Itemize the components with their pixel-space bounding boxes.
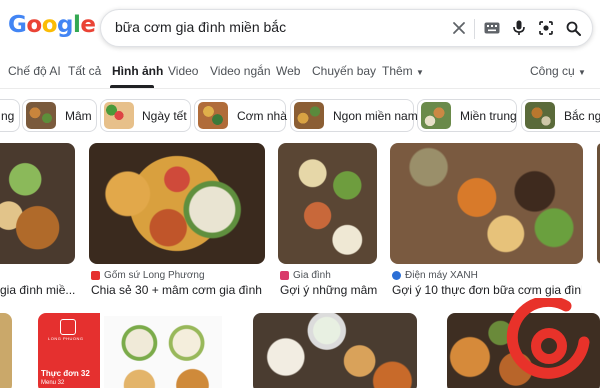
result-image[interactable] [253,313,417,388]
brand-logo [60,319,76,335]
result-image[interactable] [390,143,583,264]
result-source: Gia đình [280,270,331,281]
result-image[interactable] [278,143,377,264]
chip-label: ng [1,109,15,123]
tab-short-video[interactable]: Video ngắn [210,64,271,78]
tab-video[interactable]: Video [168,64,198,78]
chip-label: Miền trung [460,109,517,123]
search-input[interactable]: bữa cơm gia đình miền bắc [115,19,286,35]
result-title[interactable]: Gợi ý những mâm ... [280,283,380,297]
tabs-divider [0,88,600,89]
source-name: Gốm sứ Long Phương [104,270,205,281]
chip-label: Mâm [65,109,92,123]
result-image[interactable] [0,313,12,388]
logo-letter: o [41,12,58,38]
tab-more-label: Thêm [382,64,413,78]
logo-letter: e [80,12,96,38]
chip-thumbnail [294,102,324,129]
chip-com-nha[interactable]: Cơm nhà [194,99,287,132]
search-icon[interactable] [563,18,583,38]
chip-label: Ngày tết [142,109,187,123]
search-box[interactable]: bữa cơm gia đình miền bắc [100,9,593,47]
google-logo[interactable]: Google [8,12,96,38]
logo-letter: o [26,12,42,38]
tab-flights[interactable]: Chuyến bay [312,64,376,78]
mic-icon[interactable] [509,18,529,38]
logo-letter: l [72,12,81,38]
chip-thumbnail [104,102,134,129]
tab-more[interactable]: Thêm ▼ [382,64,424,78]
promo-subline: Menu 32 [41,380,65,386]
tab-web[interactable]: Web [276,64,300,78]
promo-image[interactable]: LONG PHUONG Thực đơn 32 Menu 32 [38,313,224,388]
logo-letter: g [57,12,73,38]
source-name: Gia đình [293,270,331,281]
result-title[interactable]: Chia sẻ 30 + mâm cơm gia đình miề... [91,283,263,297]
watermark-logo [506,295,592,384]
chip-label: Ngon miền nam [333,109,418,123]
chip-thumbnail [421,102,451,129]
tab-all[interactable]: Tất cả [68,64,101,78]
chip-ngon-mien-nam[interactable]: Ngon miền nam [290,99,418,132]
source-favicon [91,271,100,280]
chip-mam[interactable]: Mâm [22,99,97,132]
result-source: Gốm sứ Long Phương [91,270,205,281]
tab-ai-mode[interactable]: Chế độ AI [8,64,61,78]
close-icon[interactable] [449,18,469,38]
result-image[interactable] [0,143,75,264]
brand-name: LONG PHUONG [48,336,84,341]
result-source: Điện máy XANH [392,270,478,281]
source-favicon [392,271,401,280]
chip-mien-trung[interactable]: Miền trung [417,99,517,132]
source-favicon [280,271,289,280]
promo-headline: Thực đơn 32 [41,369,90,378]
logo-letter: G [8,12,27,38]
lens-icon[interactable] [536,18,556,38]
source-name: Điện máy XANH [405,270,478,281]
search-divider [474,19,475,39]
tools-button[interactable]: Công cụ ▼ [530,64,586,78]
chip-label: Cơm nhà [237,109,287,123]
chip-ng[interactable]: ng [0,99,20,132]
chip-thumbnail [26,102,56,129]
search-tabs: Chế độ AI Tất cả Hình ảnh Video Video ng… [0,64,600,84]
tools-label: Công cụ [530,64,575,78]
chip-thumbnail [525,102,555,129]
dropdown-icon: ▼ [578,68,586,77]
dropdown-icon: ▼ [416,68,424,77]
chip-bac-ngon[interactable]: Bắc ngon [521,99,600,132]
result-image[interactable] [89,143,265,264]
promo-food [104,316,222,388]
chip-ngay-tet[interactable]: Ngày tết [100,99,191,132]
chip-label: Bắc ngon [564,109,600,123]
chip-thumbnail [198,102,228,129]
keyboard-icon[interactable] [482,18,502,38]
tab-images[interactable]: Hình ảnh [112,64,163,78]
result-title[interactable]: gia đình miề... [0,283,75,297]
result-title[interactable]: Gợi ý 10 thực đơn bữa cơm gia đình ... [392,283,582,297]
